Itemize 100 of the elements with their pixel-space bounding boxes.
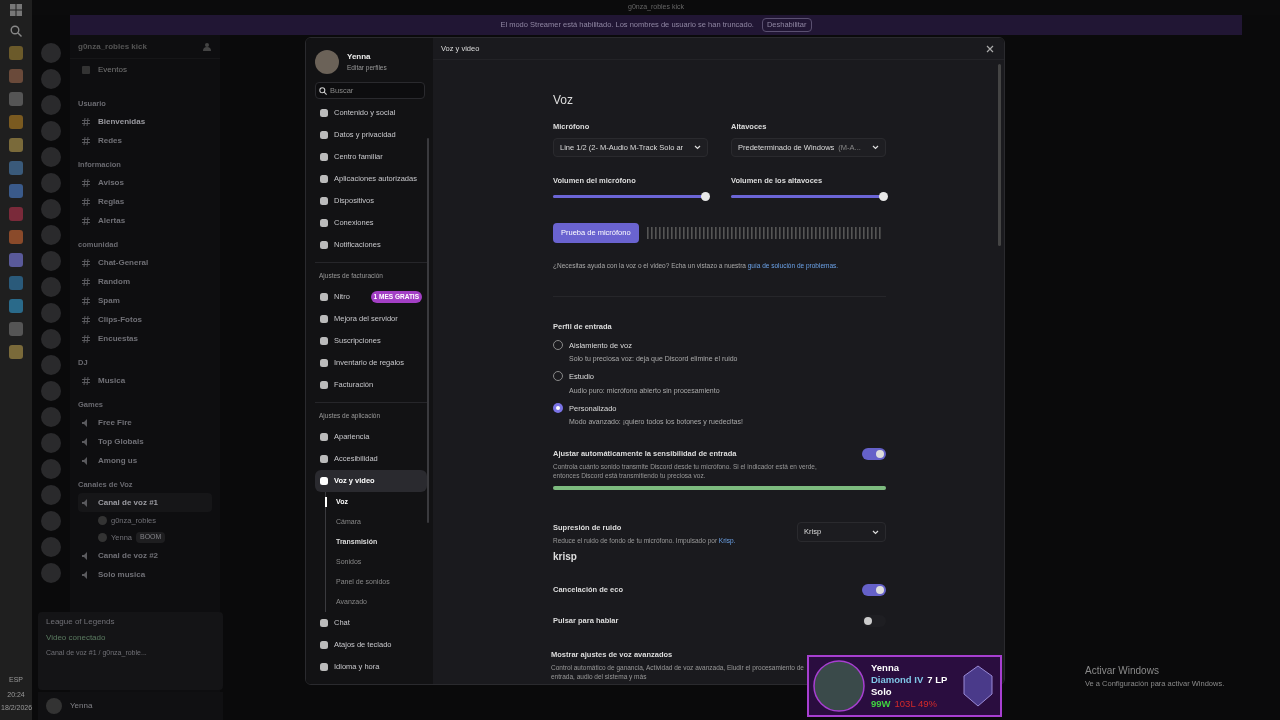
slider-thumb[interactable]	[701, 191, 710, 201]
speaker-icon	[82, 551, 90, 560]
toggle-switch[interactable]	[862, 615, 886, 627]
app-icon	[9, 69, 23, 83]
avatar-circle-icon	[813, 660, 865, 712]
server-icon	[41, 329, 61, 349]
queue-type: Solo	[871, 686, 893, 698]
server-icon	[41, 355, 61, 375]
game-name: League of Legends	[46, 616, 116, 628]
server-icon	[41, 251, 61, 271]
add-user-icon	[203, 42, 212, 51]
win-count: 99W	[871, 698, 891, 710]
server-icon	[41, 147, 61, 167]
channel-name[interactable]: Random	[98, 275, 130, 288]
app-icon	[9, 322, 23, 336]
channel-name[interactable]: Free Fire	[98, 416, 132, 429]
avatar-icon	[315, 50, 339, 74]
search-icon	[319, 86, 327, 95]
hash-icon	[82, 315, 90, 324]
toggle-switch[interactable]	[862, 447, 886, 460]
speaker-icon	[82, 570, 90, 579]
server-icon	[41, 277, 61, 297]
hash-icon	[82, 197, 90, 206]
rank-emblem-icon	[960, 664, 996, 708]
server-icon	[41, 511, 61, 531]
hash-icon	[82, 277, 90, 286]
channel-name[interactable]: Encuestas	[98, 332, 139, 345]
user-name: Yenna	[70, 700, 93, 712]
hash-icon	[82, 296, 90, 305]
app-icon	[9, 276, 23, 290]
channel-name[interactable]: Among us	[98, 454, 138, 467]
toggle-switch[interactable]	[862, 584, 886, 596]
radio-button[interactable]	[553, 403, 563, 413]
hash-icon	[82, 117, 90, 126]
speaker-icon	[82, 418, 90, 427]
channel-name[interactable]: Alertas	[98, 214, 126, 227]
server-icon	[41, 537, 61, 557]
speaker-icon	[82, 437, 90, 446]
hash-icon	[82, 376, 90, 385]
app-icon	[9, 345, 23, 359]
channel-name[interactable]: Chat-General	[98, 256, 149, 269]
hash-icon	[82, 136, 90, 145]
search-icon	[10, 25, 22, 37]
hash-icon	[82, 178, 90, 187]
profile-name: Yenna	[347, 51, 372, 64]
app-icon	[9, 230, 23, 244]
app-icon	[9, 92, 23, 106]
server-icon	[41, 459, 61, 479]
app-icon	[9, 184, 23, 198]
hash-icon	[82, 258, 90, 267]
server-icon	[41, 95, 61, 115]
app-icon	[9, 138, 23, 152]
activation-title: Activar Windows	[1085, 664, 1160, 678]
events-link[interactable]: Eventos	[98, 64, 127, 76]
server-icon	[41, 563, 61, 583]
server-icon	[41, 485, 61, 505]
channel-name[interactable]: Top Globals	[98, 435, 144, 448]
channel-name[interactable]: Canal de voz #2	[98, 549, 159, 562]
server-icon	[41, 303, 61, 323]
server-icon	[41, 173, 61, 193]
league-points: 7 LP	[927, 674, 948, 686]
app-icon	[9, 299, 23, 313]
channel-name: Canal de voz #1	[98, 496, 159, 509]
server-icon	[41, 69, 61, 89]
app-icon	[9, 46, 23, 60]
krisp-logo: krisp	[553, 550, 578, 564]
slider-thumb[interactable]	[879, 191, 888, 201]
server-icon	[41, 407, 61, 427]
app-icon	[9, 161, 23, 175]
server-icon	[41, 381, 61, 401]
server-icon	[41, 199, 61, 219]
chevron-down-icon	[694, 145, 701, 151]
app-icon	[9, 115, 23, 129]
channel-name[interactable]: Redes	[98, 134, 122, 147]
channel-name[interactable]: Musica	[98, 374, 126, 387]
speaker-icon	[82, 456, 90, 465]
channel-name[interactable]: Clips-Fotos	[98, 313, 142, 326]
avatar-icon	[46, 698, 62, 714]
server-icon	[41, 433, 61, 453]
channel-name[interactable]: Reglas	[98, 195, 125, 208]
channel-name[interactable]: Bienvenidas	[98, 115, 146, 128]
server-icon	[41, 225, 61, 245]
speaker-icon	[82, 498, 90, 507]
hash-icon	[82, 216, 90, 225]
overlay-player-name: Yenna	[871, 662, 900, 674]
chevron-down-icon	[872, 145, 879, 151]
channel-name[interactable]: Solo musica	[98, 568, 146, 581]
windows-logo-icon	[10, 4, 22, 16]
app-icon	[9, 253, 23, 267]
rank-label: Diamond IV	[871, 674, 924, 686]
voice-status: Video conectado	[46, 632, 107, 644]
channel-name[interactable]: Spam	[98, 294, 120, 307]
hash-icon	[82, 334, 90, 343]
channel-name[interactable]: Avisos	[98, 176, 124, 189]
chevron-down-icon	[872, 529, 879, 535]
loss-ratio: 103L 49%	[894, 698, 937, 710]
active-channel[interactable]: Canal de voz #1	[78, 493, 212, 512]
app-icon	[9, 207, 23, 221]
server-icon	[41, 121, 61, 141]
server-icon	[41, 43, 61, 63]
